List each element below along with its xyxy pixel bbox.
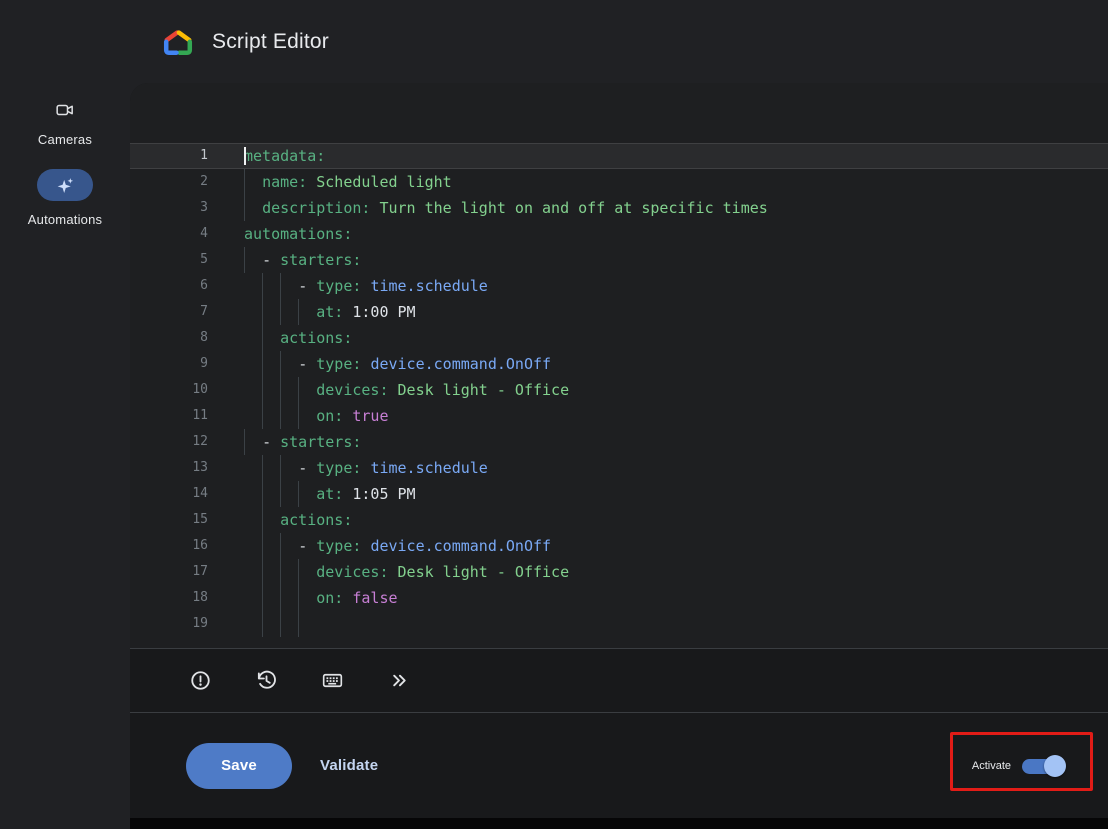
line-number: 19 <box>130 611 208 637</box>
expand-icon[interactable] <box>386 669 410 693</box>
sidebar-item-cameras[interactable]: Cameras <box>38 99 92 147</box>
line-number: 3 <box>130 195 208 221</box>
line-number: 18 <box>130 585 208 611</box>
code-line[interactable]: 12 - starters: <box>130 429 1108 455</box>
line-number: 7 <box>130 299 208 325</box>
camera-icon <box>55 99 75 121</box>
line-number: 15 <box>130 507 208 533</box>
script-editor-card: 1metadata:2 name: Scheduled light3 descr… <box>130 83 1108 818</box>
save-button[interactable]: Save <box>186 743 292 789</box>
keyboard-icon[interactable] <box>320 669 344 693</box>
sidebar-item-automations[interactable]: Automations <box>28 169 102 227</box>
code-line[interactable]: 2 name: Scheduled light <box>130 169 1108 195</box>
editor-toolbar <box>130 649 1108 712</box>
line-number: 4 <box>130 221 208 247</box>
text-caret <box>244 147 246 165</box>
validate-button[interactable]: Validate <box>320 757 378 774</box>
line-number: 8 <box>130 325 208 351</box>
code-line[interactable]: 19 <box>130 611 1108 637</box>
selected-pill <box>37 169 93 201</box>
code-line[interactable]: 4automations: <box>130 221 1108 247</box>
line-number: 10 <box>130 377 208 403</box>
code-line[interactable]: 9 - type: device.command.OnOff <box>130 351 1108 377</box>
code-line[interactable]: 5 - starters: <box>130 247 1108 273</box>
line-number: 16 <box>130 533 208 559</box>
code-line[interactable]: 14 at: 1:05 PM <box>130 481 1108 507</box>
line-number: 11 <box>130 403 208 429</box>
line-number: 13 <box>130 455 208 481</box>
problems-icon[interactable] <box>188 669 212 693</box>
code-line[interactable]: 10 devices: Desk light - Office <box>130 377 1108 403</box>
line-number: 17 <box>130 559 208 585</box>
line-number: 14 <box>130 481 208 507</box>
sidebar: Cameras Automations <box>0 83 130 829</box>
automation-sparkle-icon <box>55 175 76 196</box>
code-lines: 1metadata:2 name: Scheduled light3 descr… <box>130 143 1108 637</box>
google-home-logo-icon[interactable] <box>163 28 193 56</box>
sidebar-item-label: Automations <box>28 212 102 227</box>
code-line[interactable]: 3 description: Turn the light on and off… <box>130 195 1108 221</box>
footer-bar: Save Validate Activate <box>130 713 1108 818</box>
line-number: 12 <box>130 429 208 455</box>
topbar: Script Editor <box>0 0 1108 83</box>
code-line[interactable]: 18 on: false <box>130 585 1108 611</box>
code-line[interactable]: 1metadata: <box>130 143 1108 169</box>
line-number: 6 <box>130 273 208 299</box>
app-title: Script Editor <box>212 30 329 54</box>
bottom-strip <box>130 818 1108 829</box>
code-line[interactable]: 15 actions: <box>130 507 1108 533</box>
code-editor[interactable]: 1metadata:2 name: Scheduled light3 descr… <box>130 83 1108 648</box>
activate-label: Activate <box>972 760 1011 772</box>
indent-guide <box>298 611 299 637</box>
history-icon[interactable] <box>254 669 278 693</box>
sidebar-item-label: Cameras <box>38 132 92 147</box>
line-number: 2 <box>130 169 208 195</box>
code-line[interactable]: 7 at: 1:00 PM <box>130 299 1108 325</box>
activate-toggle[interactable] <box>1020 754 1066 778</box>
code-line[interactable]: 8 actions: <box>130 325 1108 351</box>
indent-guide <box>262 611 263 637</box>
line-number: 9 <box>130 351 208 377</box>
code-line[interactable]: 11 on: true <box>130 403 1108 429</box>
activate-control: Activate <box>972 754 1066 778</box>
code-line[interactable]: 17 devices: Desk light - Office <box>130 559 1108 585</box>
code-line[interactable]: 6 - type: time.schedule <box>130 273 1108 299</box>
line-number: 5 <box>130 247 208 273</box>
toggle-thumb <box>1044 755 1066 777</box>
code-line[interactable]: 13 - type: time.schedule <box>130 455 1108 481</box>
line-number: 1 <box>130 143 208 169</box>
indent-guide <box>280 611 281 637</box>
code-line[interactable]: 16 - type: device.command.OnOff <box>130 533 1108 559</box>
